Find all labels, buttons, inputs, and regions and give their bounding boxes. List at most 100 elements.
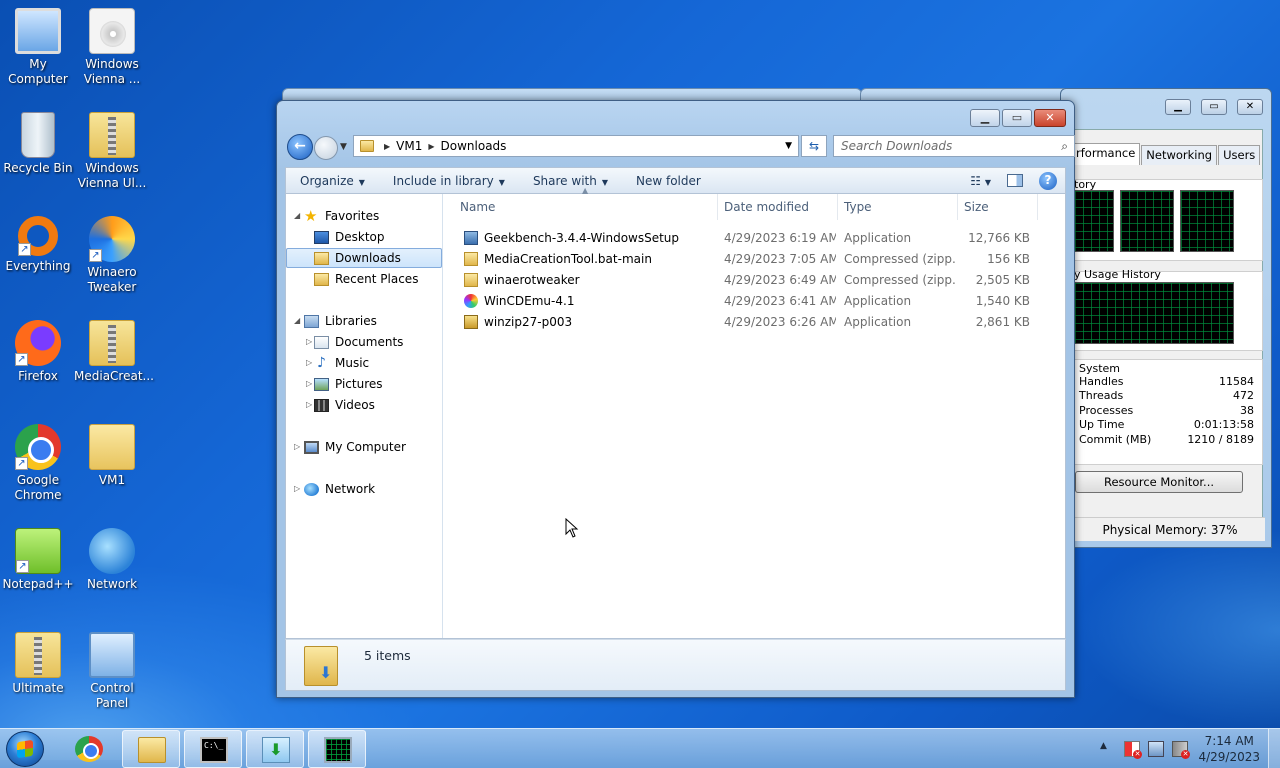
chevron-down-icon: ▼: [358, 177, 365, 187]
desktop-icon-windows-vienna[interactable]: Windows Vienna ...: [74, 8, 150, 87]
include-in-library-button[interactable]: Include in library ▼: [379, 174, 519, 188]
download-arrow-icon: ⬇: [262, 737, 290, 763]
desktop-icon-my-computer[interactable]: My Computer: [0, 8, 76, 87]
desktop-icon-google-chrome[interactable]: ↗ Google Chrome: [0, 424, 76, 503]
recent-pages-dropdown[interactable]: ▼: [340, 142, 347, 152]
expand-arrow-icon[interactable]: ◢: [294, 316, 300, 325]
maximize-button[interactable]: ▭: [1201, 99, 1227, 115]
volume-icon[interactable]: ✕: [1172, 741, 1190, 759]
resource-monitor-button[interactable]: Resource Monitor...: [1075, 471, 1243, 493]
breadcrumb-vm1[interactable]: VM1: [396, 139, 422, 153]
network-tray-icon[interactable]: [1148, 741, 1164, 757]
nav-libraries[interactable]: Libraries: [304, 311, 377, 331]
nav-recent-places[interactable]: Recent Places: [314, 269, 418, 289]
organize-button[interactable]: Organize ▼: [286, 174, 379, 188]
share-with-button[interactable]: Share with ▼: [519, 174, 622, 188]
zip-folder-icon: [15, 632, 61, 678]
minimize-button[interactable]: ▁: [970, 109, 1000, 127]
explorer-content: ◢ ★ Favorites Desktop Downloads Recent Pl…: [285, 186, 1066, 639]
nav-my-computer[interactable]: My Computer: [304, 437, 406, 457]
file-row[interactable]: MediaCreationTool.bat-main 4/29/2023 7:0…: [444, 249, 1064, 270]
desktop-icon-winaero[interactable]: ↗ Winaero Tweaker: [74, 216, 150, 295]
memory-history-panel: y Usage History: [1073, 268, 1263, 351]
preview-pane-button[interactable]: [1007, 174, 1023, 187]
pictures-icon: [314, 377, 329, 391]
tab-networking[interactable]: Networking: [1141, 145, 1218, 165]
maximize-button[interactable]: ▭: [1002, 109, 1032, 127]
column-header-name[interactable]: Name: [444, 194, 718, 220]
file-row[interactable]: WinCDEmu-4.1 4/29/2023 6:41 AM Applicati…: [444, 291, 1064, 312]
close-button[interactable]: ✕: [1034, 109, 1066, 127]
task-manager-window[interactable]: ▁ ▭ ✕ rformance Networking Users tory y …: [1060, 88, 1272, 548]
cpu-graph-2: [1120, 190, 1174, 252]
cpu-graph-1: [1074, 190, 1114, 252]
address-dropdown-icon[interactable]: ▼: [785, 141, 792, 151]
taskbar-chrome[interactable]: [60, 730, 118, 768]
breadcrumb-downloads[interactable]: Downloads: [441, 139, 507, 153]
collapse-arrow-icon[interactable]: ▷: [294, 442, 300, 451]
clock[interactable]: 7:14 AM 4/29/2023: [1198, 733, 1260, 765]
action-center-icon[interactable]: ✕: [1124, 741, 1142, 759]
column-header-date-modified[interactable]: Date modified: [718, 194, 838, 220]
nav-downloads[interactable]: Downloads: [286, 248, 442, 268]
desktop-icon-ultimate[interactable]: Ultimate: [0, 632, 76, 696]
chevron-down-icon: ▼: [498, 177, 505, 187]
forward-button[interactable]: [314, 136, 338, 160]
taskbar-explorer[interactable]: [122, 730, 180, 768]
back-button[interactable]: ←: [287, 134, 313, 160]
file-row[interactable]: winzip27-p003 4/29/2023 6:26 AM Applicat…: [444, 312, 1064, 333]
expand-arrow-icon[interactable]: ◢: [294, 211, 300, 220]
desktop-icon-network[interactable]: Network: [74, 528, 150, 592]
collapse-arrow-icon[interactable]: ▷: [306, 379, 312, 388]
search-icon: ⌕: [1061, 139, 1068, 153]
start-button[interactable]: [6, 731, 44, 767]
taskbar-task-manager[interactable]: [308, 730, 366, 768]
nav-documents[interactable]: Documents: [314, 332, 403, 352]
desktop-icon-mediacreat[interactable]: MediaCreat...: [74, 320, 154, 384]
minimize-button[interactable]: ▁: [1165, 99, 1191, 115]
collapse-arrow-icon[interactable]: ▷: [294, 484, 300, 493]
desktop-icon-notepadpp[interactable]: ↗ Notepad++: [0, 528, 76, 592]
collapse-arrow-icon[interactable]: ▷: [306, 400, 312, 409]
file-row[interactable]: winaerotweaker 4/29/2023 6:49 AM Compres…: [444, 270, 1064, 291]
address-bar[interactable]: ▶ VM1 ▶ Downloads ▼: [353, 135, 799, 157]
downloads-folder-icon: [314, 251, 329, 265]
nav-pictures[interactable]: Pictures: [314, 374, 383, 394]
show-desktop-button[interactable]: [1268, 729, 1280, 768]
user-folder-icon: [89, 424, 135, 470]
nav-favorites[interactable]: ★ Favorites: [304, 206, 379, 226]
explorer-window[interactable]: ▁ ▭ ✕ ← ▼ ▶ VM1 ▶ Downloads ▼ ⇆ Search D…: [276, 100, 1075, 698]
system-stats: System Handles 11584 Threads 472 Processes…: [1073, 359, 1263, 465]
nav-network[interactable]: Network: [304, 479, 375, 499]
nav-videos[interactable]: Videos: [314, 395, 375, 415]
cd-icon: [464, 294, 478, 308]
cpu-history-panel: tory: [1073, 178, 1263, 261]
nav-music[interactable]: ♪ Music: [314, 353, 369, 373]
desktop-icon-windows-vienna-ul[interactable]: Windows Vienna Ul...: [74, 112, 150, 191]
chrome-icon: [75, 736, 103, 762]
tab-performance[interactable]: rformance: [1071, 143, 1141, 165]
column-header-size[interactable]: Size: [958, 194, 1038, 220]
desktop-icon-recycle-bin[interactable]: Recycle Bin: [0, 112, 76, 176]
column-header-type[interactable]: Type: [838, 194, 958, 220]
file-list: ▲ Name Date modified Type Size Geekbench…: [444, 186, 1065, 638]
change-view-button[interactable]: ☷ ▼: [970, 174, 991, 188]
collapse-arrow-icon[interactable]: ▷: [306, 358, 312, 367]
desktop-icon-control-panel[interactable]: Control Panel: [74, 632, 150, 711]
new-folder-button[interactable]: New folder: [622, 174, 715, 188]
show-hidden-icons-button[interactable]: ▲: [1100, 741, 1107, 751]
help-icon[interactable]: ?: [1039, 171, 1057, 190]
refresh-button[interactable]: ⇆: [801, 135, 827, 157]
search-input[interactable]: Search Downloads ⌕: [833, 135, 1075, 157]
file-row[interactable]: Geekbench-3.4.4-WindowsSetup 4/29/2023 6…: [444, 228, 1064, 249]
desktop-icon-everything[interactable]: ↗ Everything: [0, 216, 76, 274]
close-button[interactable]: ✕: [1237, 99, 1263, 115]
taskbar-command-prompt[interactable]: C:\_: [184, 730, 242, 768]
desktop-icon-vm1[interactable]: VM1: [74, 424, 150, 488]
desktop-icon-firefox[interactable]: ↗ Firefox: [0, 320, 76, 384]
tab-users[interactable]: Users: [1218, 145, 1261, 165]
collapse-arrow-icon[interactable]: ▷: [306, 337, 312, 346]
taskbar-download-app[interactable]: ⬇: [246, 730, 304, 768]
nav-desktop[interactable]: Desktop: [314, 227, 385, 247]
winzip-icon: [464, 315, 478, 329]
